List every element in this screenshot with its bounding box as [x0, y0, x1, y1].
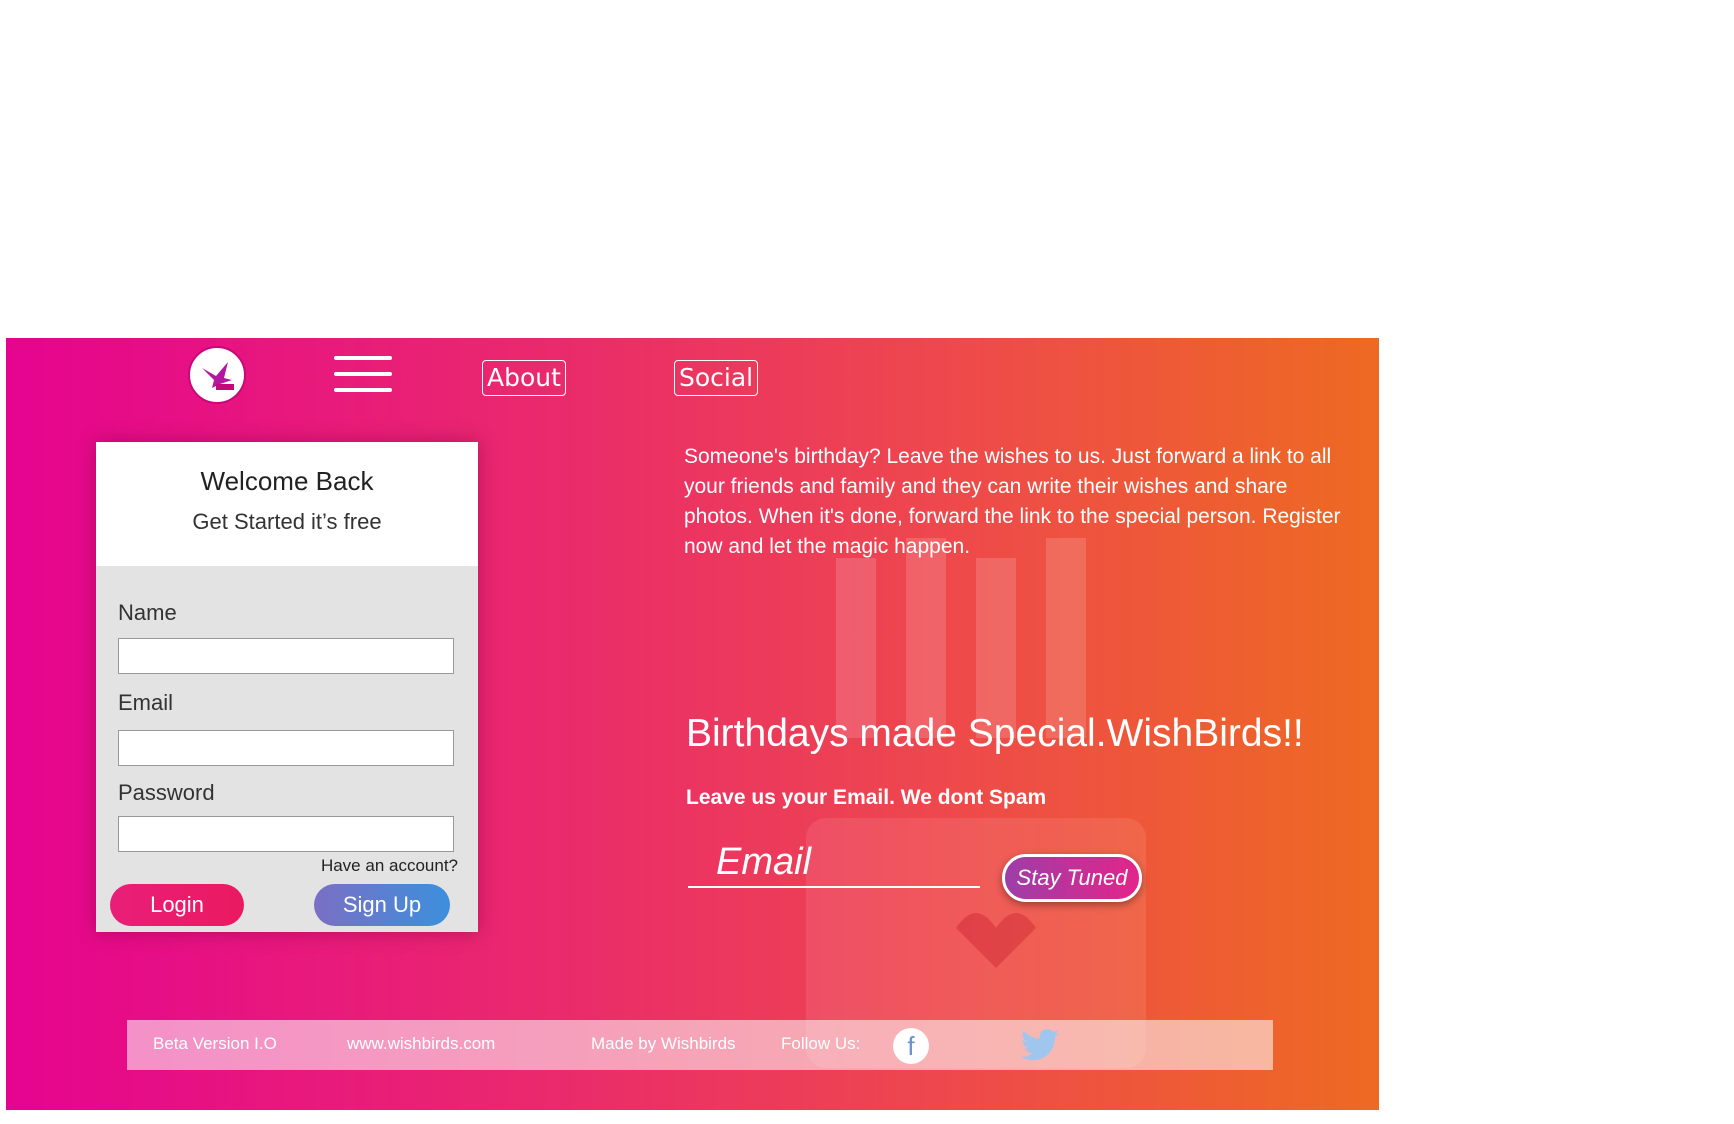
name-label: Name: [118, 600, 177, 625]
email-field[interactable]: [118, 730, 454, 766]
footer-website-link[interactable]: www.wishbirds.com: [347, 1034, 495, 1054]
signup-button[interactable]: Sign Up: [314, 884, 450, 926]
card-header: Welcome Back Get Started it’s free: [96, 442, 478, 566]
login-button[interactable]: Login: [110, 884, 244, 926]
signup-card: Welcome Back Get Started it’s free Name …: [96, 442, 478, 932]
email-note: Leave us your Email. We dont Spam: [686, 786, 1047, 809]
password-label: Password: [118, 780, 215, 805]
facebook-icon[interactable]: f: [893, 1028, 929, 1064]
nav-about-button[interactable]: About: [482, 360, 566, 396]
stay-tuned-button[interactable]: Stay Tuned: [1002, 854, 1142, 902]
bird-logo-icon[interactable]: [188, 346, 246, 404]
tagline: Birthdays made Special.WishBirds!!: [686, 712, 1304, 755]
have-account-link[interactable]: Have an account?: [321, 856, 458, 876]
password-field[interactable]: [118, 816, 454, 852]
hamburger-menu-icon[interactable]: [334, 356, 392, 392]
intro-text: Someone's birthday? Leave the wishes to …: [684, 445, 1341, 558]
twitter-icon[interactable]: [1021, 1028, 1059, 1062]
email-label: Email: [118, 690, 174, 715]
newsletter-email-input[interactable]: [688, 838, 980, 888]
name-field[interactable]: [118, 638, 454, 674]
nav-social-button[interactable]: Social: [674, 360, 759, 396]
footer-follow-us: Follow Us:: [781, 1034, 861, 1053]
footer-bar: Beta Version I.O www.wishbirds.com Made …: [127, 1020, 1273, 1070]
footer-made-by: Made by Wishbirds: [591, 1034, 736, 1053]
footer-version: Beta Version I.O: [153, 1034, 277, 1053]
bird-icon: [202, 362, 234, 390]
card-title: Welcome Back: [200, 466, 374, 496]
hero-section: About Social Welcome Back Get Started it…: [6, 338, 1379, 1110]
card-subtitle: Get Started it’s free: [192, 509, 382, 534]
